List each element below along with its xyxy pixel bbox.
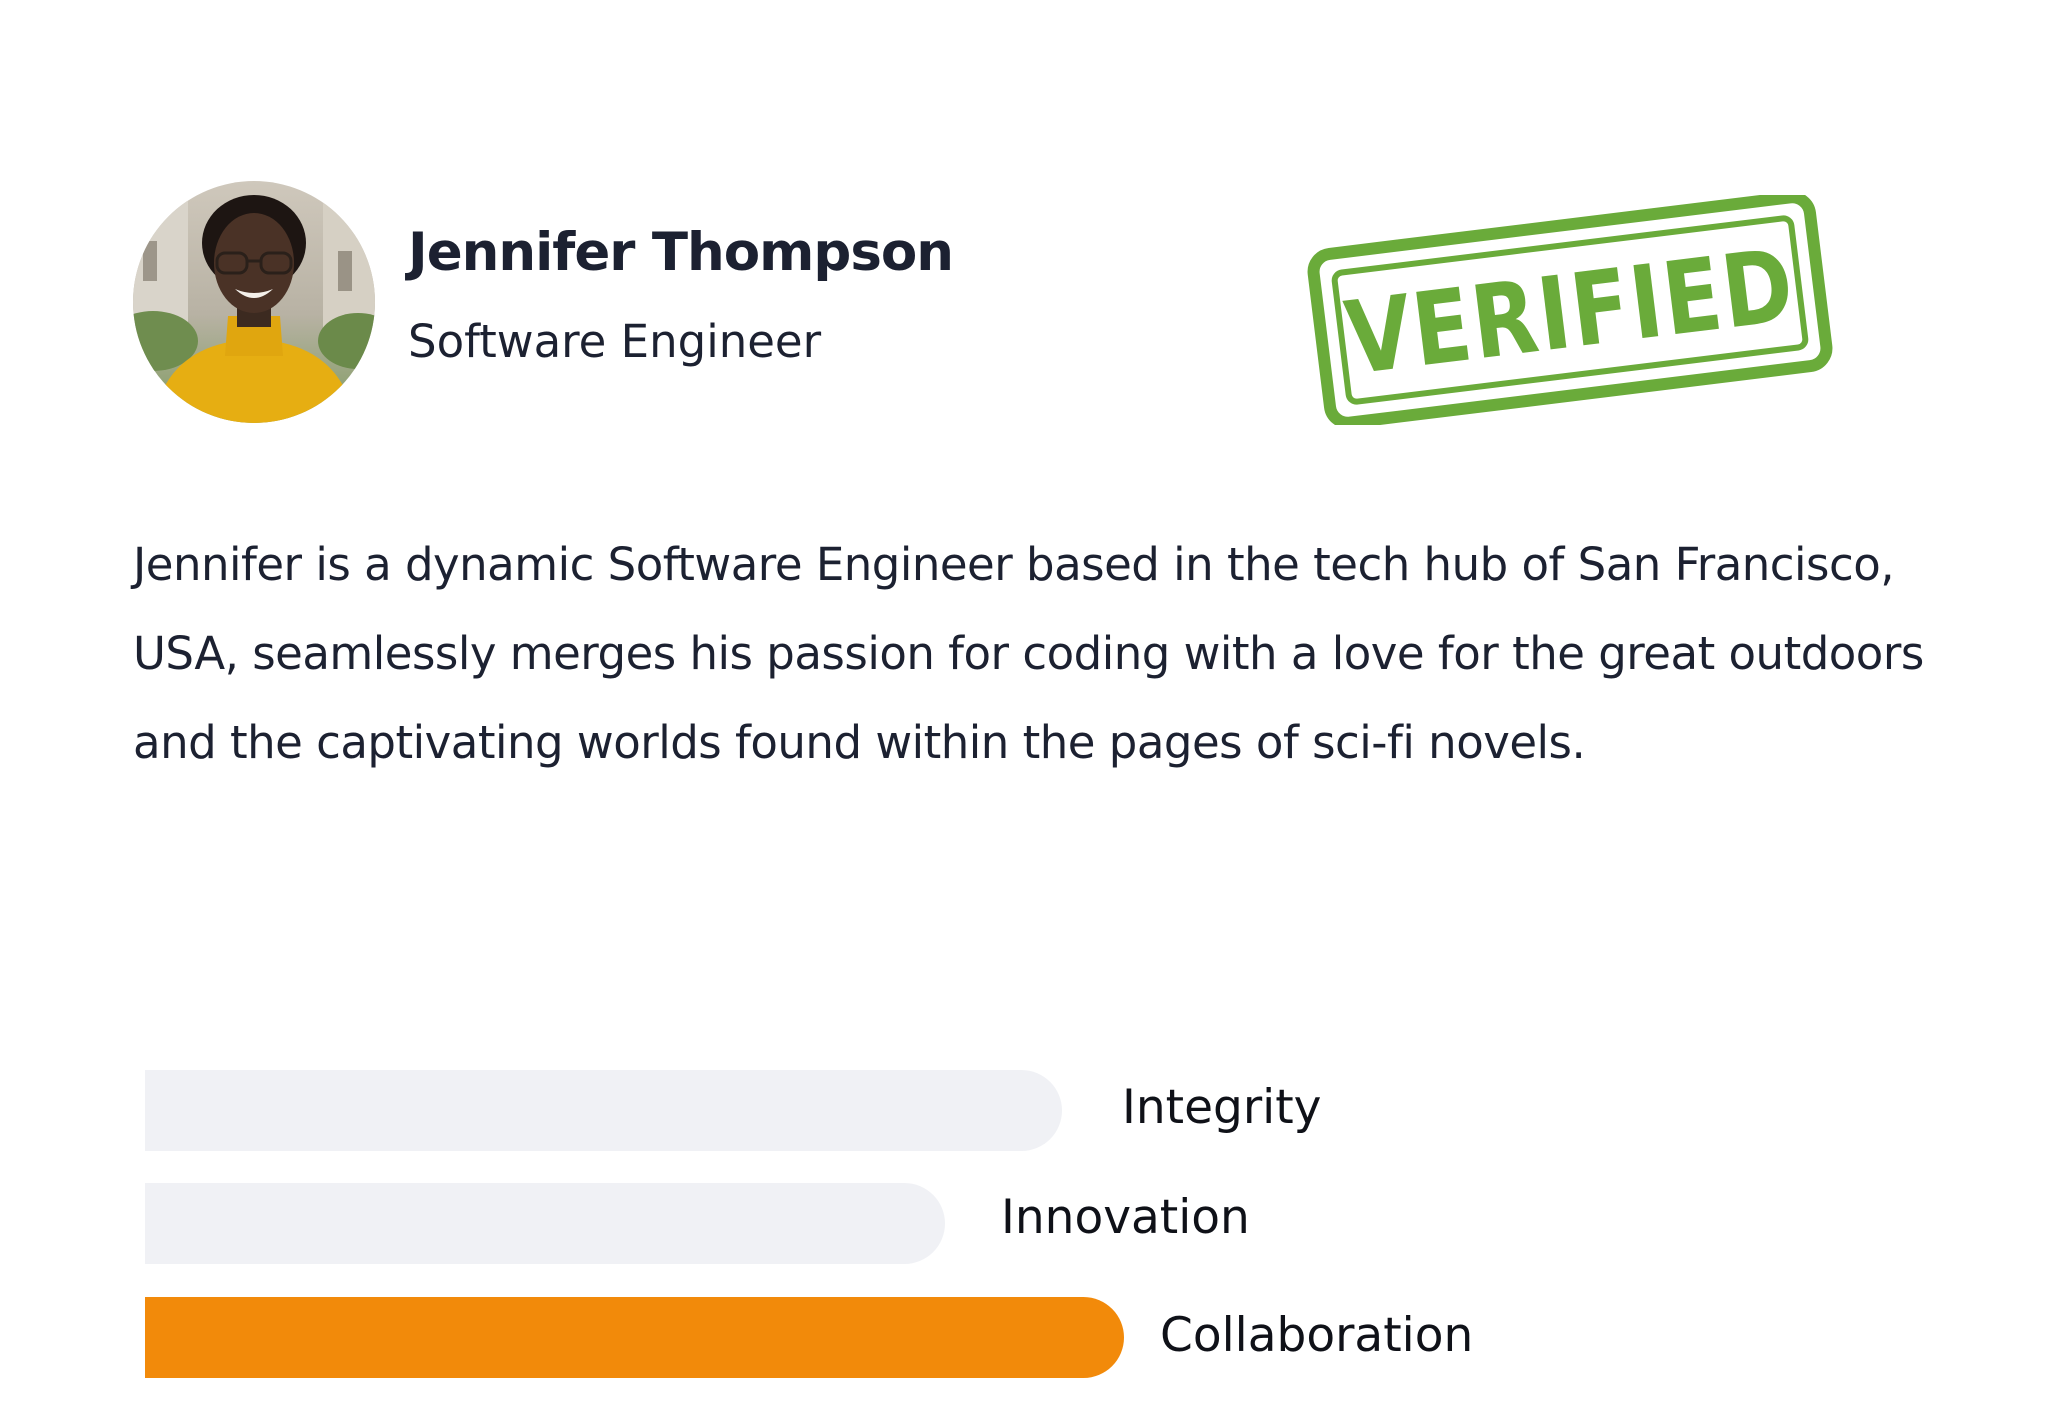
avatar (133, 181, 375, 423)
trait-bar-innovation (145, 1183, 945, 1264)
verified-stamp: VERIFIED (1300, 195, 1840, 425)
trait-bar-collaboration (145, 1297, 1124, 1378)
trait-label-collaboration: Collaboration (1160, 1308, 1474, 1363)
trait-label-integrity: Integrity (1122, 1080, 1322, 1135)
profile-name: Jennifer Thompson (408, 222, 954, 283)
profile-bio: Jennifer is a dynamic Software Engineer … (133, 538, 1924, 769)
profile-role: Software Engineer (408, 315, 822, 368)
trait-bar-integrity (145, 1070, 1062, 1151)
trait-label-innovation: Innovation (1001, 1190, 1250, 1245)
avatar-photo (133, 181, 375, 423)
